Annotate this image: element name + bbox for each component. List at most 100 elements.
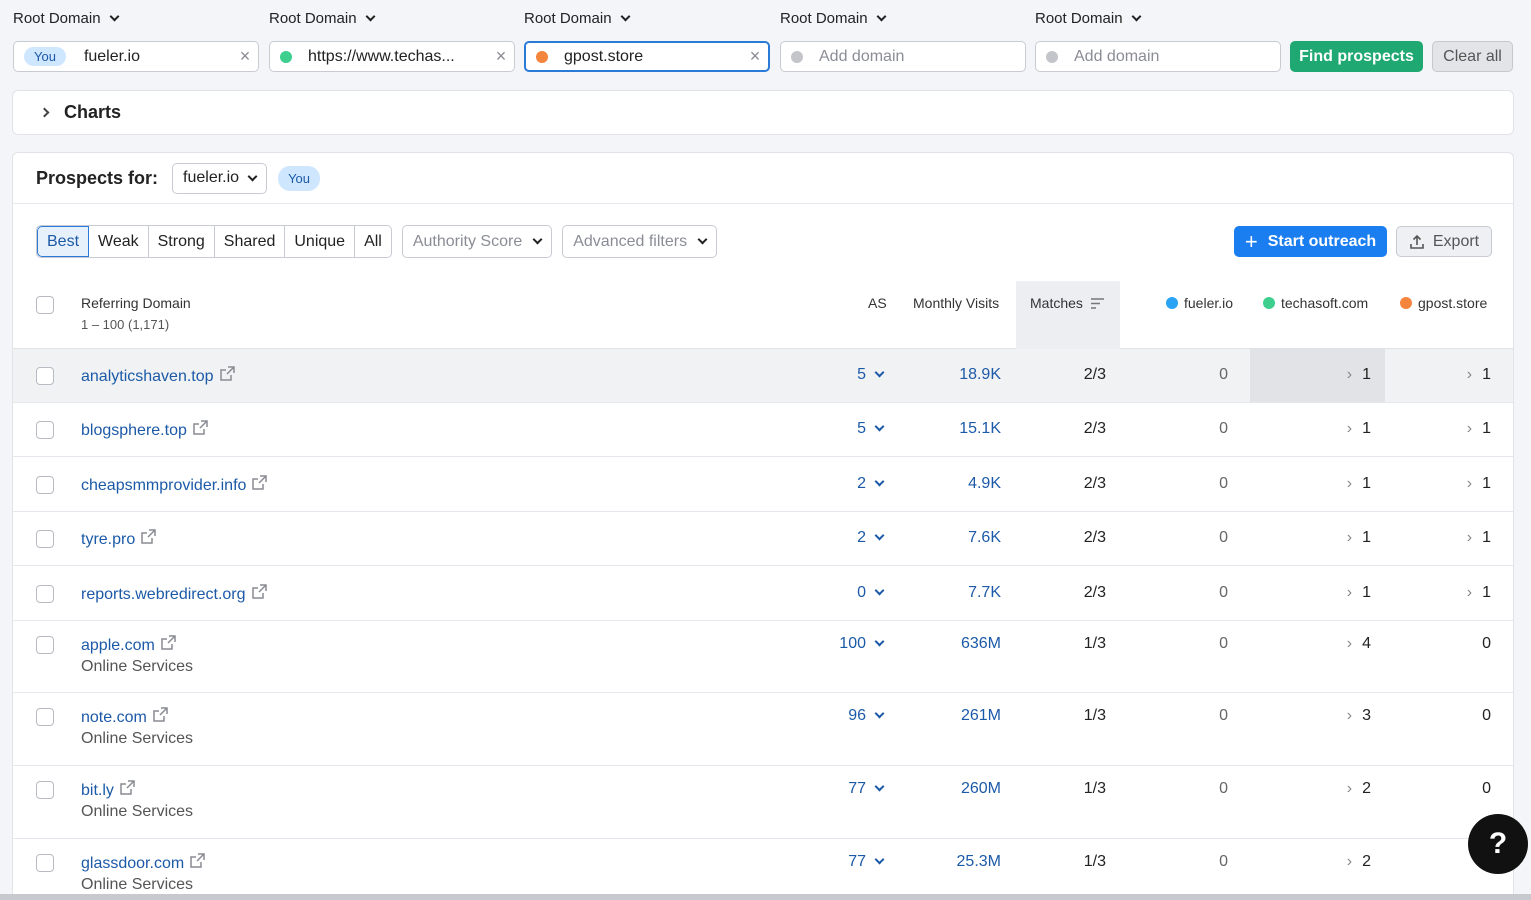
horizontal-scrollbar[interactable] [0, 894, 1531, 900]
root-domain-dropdown[interactable]: Root Domain [780, 10, 886, 27]
charts-panel[interactable]: Charts [12, 90, 1514, 135]
header-matches[interactable]: Matches [1030, 295, 1104, 311]
tab-best[interactable]: Best [37, 226, 90, 257]
referring-domain-link[interactable]: analyticshaven.top [81, 366, 235, 386]
external-link-icon[interactable] [252, 475, 268, 490]
gpost-backlinks-cell[interactable]: › 1 [1467, 366, 1491, 384]
domain-input-placeholder[interactable]: Add domain [819, 48, 1025, 66]
clear-all-button[interactable]: Clear all [1432, 41, 1513, 72]
row-checkbox[interactable] [36, 421, 54, 439]
domain-input-value[interactable]: fueler.io [84, 48, 232, 66]
row-checkbox[interactable] [36, 708, 54, 726]
referring-domain-link[interactable]: reports.webredirect.org [81, 584, 267, 604]
authority-score-cell[interactable]: 2 [857, 529, 885, 547]
techasoft-backlinks-cell[interactable]: › 1 [1347, 475, 1371, 493]
domain-input-value[interactable]: gpost.store [564, 48, 742, 66]
techasoft-backlinks-cell[interactable]: › 2 [1347, 853, 1371, 871]
export-button[interactable]: Export [1396, 226, 1492, 257]
table-row[interactable]: apple.com Online Services 100 636M 1/3 0 › 4 0 [13, 621, 1513, 693]
gpost-backlinks-cell[interactable]: › 1 [1467, 475, 1491, 493]
monthly-visits-value[interactable]: 260M [961, 780, 1001, 798]
authority-score-cell[interactable]: 5 [857, 420, 885, 438]
table-row[interactable]: cheapsmmprovider.info 2 4.9K 2/3 0 › 1 › 1 [13, 457, 1513, 512]
domain-input-placeholder[interactable]: Add domain [1074, 48, 1280, 66]
monthly-visits-value[interactable]: 18.9K [959, 366, 1001, 384]
help-button[interactable]: ? [1468, 814, 1528, 874]
start-outreach-button[interactable]: + Start outreach [1234, 226, 1387, 257]
root-domain-dropdown[interactable]: Root Domain [524, 10, 630, 27]
row-checkbox[interactable] [36, 476, 54, 494]
authority-score-cell[interactable]: 0 [857, 584, 885, 602]
root-domain-dropdown[interactable]: Root Domain [1035, 10, 1141, 27]
techasoft-backlinks-cell[interactable]: › 2 [1347, 780, 1371, 798]
referring-domain-link[interactable]: apple.com [81, 635, 176, 655]
row-checkbox[interactable] [36, 530, 54, 548]
external-link-icon[interactable] [219, 366, 235, 381]
clear-icon[interactable]: × [488, 46, 514, 67]
gpost-backlinks-cell[interactable]: › 1 [1467, 529, 1491, 547]
external-link-icon[interactable] [120, 780, 135, 795]
domain-input-5[interactable]: Add domain [1035, 41, 1281, 72]
header-gpost[interactable]: gpost.store [1400, 295, 1487, 311]
monthly-visits-value[interactable]: 636M [961, 635, 1001, 653]
domain-input-2[interactable]: https://www.techas... × [269, 41, 515, 72]
row-checkbox[interactable] [36, 854, 54, 872]
domain-input-value[interactable]: https://www.techas... [308, 48, 488, 66]
table-row[interactable]: glassdoor.com Online Services 77 25.3M 1/3 0 ›… [13, 839, 1513, 900]
gpost-backlinks-cell[interactable]: › 1 [1467, 420, 1491, 438]
table-row[interactable]: tyre.pro 2 7.6K 2/3 0 › 1 › 1 [13, 512, 1513, 566]
row-checkbox[interactable] [36, 636, 54, 654]
referring-domain-link[interactable]: tyre.pro [81, 529, 156, 549]
advanced-filters[interactable]: Advanced filters [562, 225, 718, 258]
domain-input-3[interactable]: gpost.store × [524, 41, 770, 72]
header-fueler[interactable]: fueler.io [1166, 295, 1233, 311]
monthly-visits-value[interactable]: 7.6K [968, 529, 1001, 547]
authority-score-cell[interactable]: 96 [848, 707, 885, 725]
monthly-visits-value[interactable]: 261M [961, 707, 1001, 725]
techasoft-backlinks-cell[interactable]: › 3 [1347, 707, 1371, 725]
table-row[interactable]: analyticshaven.top 5 18.9K 2/3 0 › 1 › 1 [13, 349, 1513, 403]
external-link-icon[interactable] [190, 853, 205, 868]
clear-icon[interactable]: × [742, 46, 768, 67]
table-row[interactable]: note.com Online Services 96 261M 1/3 0 › 3 0 [13, 693, 1513, 766]
monthly-visits-value[interactable]: 4.9K [968, 475, 1001, 493]
table-row[interactable]: bit.ly Online Services 77 260M 1/3 0 › 2 0 [13, 766, 1513, 839]
row-checkbox[interactable] [36, 585, 54, 603]
header-referring-domain[interactable]: Referring Domain [81, 295, 191, 311]
header-as[interactable]: AS [868, 295, 887, 311]
clear-icon[interactable]: × [232, 46, 258, 67]
authority-score-cell[interactable]: 77 [848, 853, 885, 871]
tab-strong[interactable]: Strong [149, 226, 215, 257]
external-link-icon[interactable] [161, 635, 176, 650]
techasoft-backlinks-cell[interactable]: › 1 [1347, 366, 1371, 384]
techasoft-backlinks-cell[interactable]: › 1 [1347, 529, 1371, 547]
referring-domain-link[interactable]: cheapsmmprovider.info [81, 475, 268, 495]
techasoft-backlinks-cell[interactable]: › 1 [1347, 420, 1371, 438]
domain-input-1[interactable]: You fueler.io × [13, 41, 259, 72]
tab-shared[interactable]: Shared [215, 226, 286, 257]
tab-weak[interactable]: Weak [89, 226, 149, 257]
referring-domain-link[interactable]: bit.ly [81, 780, 135, 800]
domain-input-4[interactable]: Add domain [780, 41, 1026, 72]
authority-score-cell[interactable]: 5 [857, 366, 885, 384]
tab-unique[interactable]: Unique [285, 226, 356, 257]
monthly-visits-value[interactable]: 7.7K [968, 584, 1001, 602]
gpost-backlinks-cell[interactable]: › 1 [1467, 584, 1491, 602]
find-prospects-button[interactable]: Find prospects [1290, 41, 1423, 72]
header-techasoft[interactable]: techasoft.com [1263, 295, 1368, 311]
referring-domain-link[interactable]: note.com [81, 707, 168, 727]
header-monthly-visits[interactable]: Monthly Visits [913, 295, 999, 311]
table-row[interactable]: reports.webredirect.org 0 7.7K 2/3 0 › 1 › 1 [13, 566, 1513, 621]
referring-domain-link[interactable]: glassdoor.com [81, 853, 205, 873]
row-checkbox[interactable] [36, 367, 54, 385]
root-domain-dropdown[interactable]: Root Domain [13, 10, 119, 27]
root-domain-dropdown[interactable]: Root Domain [269, 10, 375, 27]
authority-score-filter[interactable]: Authority Score [401, 225, 553, 258]
techasoft-backlinks-cell[interactable]: › 4 [1347, 635, 1371, 653]
select-all-checkbox[interactable] [36, 296, 54, 314]
external-link-icon[interactable] [141, 529, 156, 544]
monthly-visits-value[interactable]: 25.3M [957, 853, 1001, 871]
prospects-domain-select[interactable]: fueler.io [172, 162, 268, 194]
row-checkbox[interactable] [36, 781, 54, 799]
techasoft-backlinks-cell[interactable]: › 1 [1347, 584, 1371, 602]
